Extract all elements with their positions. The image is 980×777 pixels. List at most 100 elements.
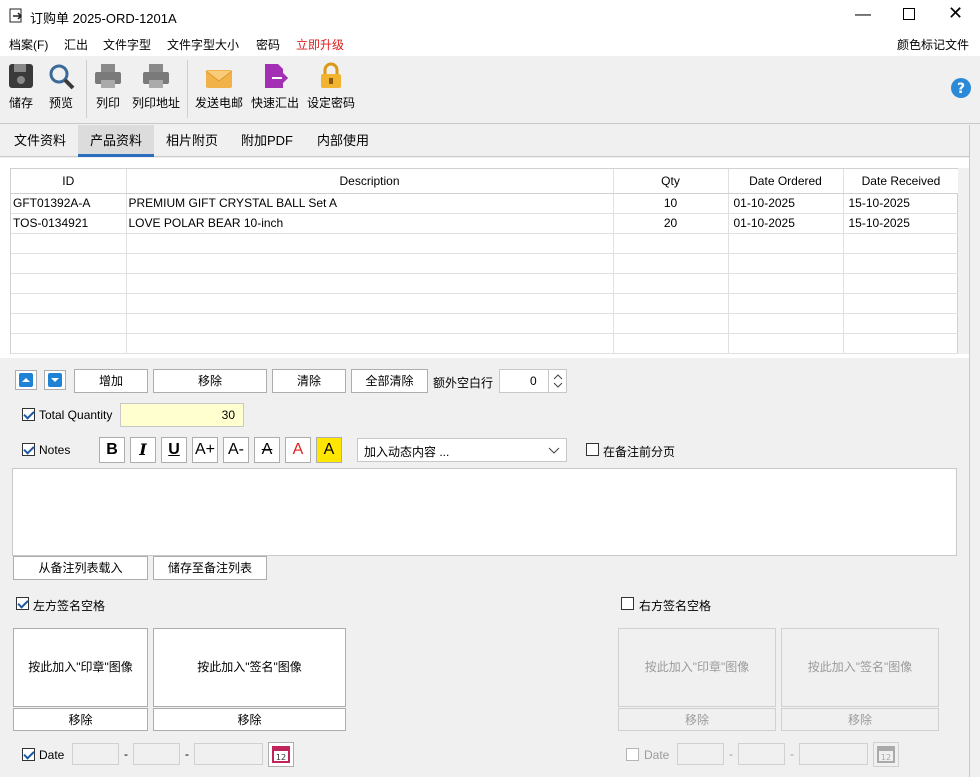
table-row[interactable]: TOS-0134921 LOVE POLAR BEAR 10-inch 20 0… (11, 213, 960, 234)
save-notes-button[interactable]: 储存至备注列表 (153, 556, 267, 580)
clear-all-button[interactable]: 全部清除 (351, 369, 428, 393)
empty-row[interactable] (11, 273, 960, 294)
menu-file[interactable]: 档案(F) (9, 36, 48, 53)
notes-textarea[interactable] (12, 468, 957, 556)
save-button[interactable]: 储存 (4, 56, 38, 124)
clear-row-button[interactable]: 清除 (272, 369, 346, 393)
left-date-checkbox[interactable] (22, 748, 35, 761)
page-break-checkbox[interactable] (586, 443, 599, 456)
right-calendar-button[interactable]: 12 (873, 742, 899, 767)
column-header-id[interactable]: ID (11, 169, 127, 194)
tab-product-info[interactable]: 产品资料 (78, 125, 155, 157)
set-password-button[interactable]: 设定密码 (305, 56, 357, 124)
cell-qty[interactable]: 20 (613, 213, 729, 234)
left-date-day-field[interactable] (72, 743, 119, 765)
right-date-month-field[interactable] (738, 743, 785, 765)
empty-row[interactable] (11, 253, 960, 274)
left-calendar-button[interactable]: 12 (268, 742, 294, 767)
menu-export[interactable]: 汇出 (64, 36, 88, 53)
tab-attach-pdf[interactable]: 附加PDF (229, 125, 305, 157)
help-icon[interactable]: ? (950, 77, 972, 99)
tab-bar: 文件资料 产品资料 相片附页 附加PDF 内部使用 (0, 125, 970, 157)
column-header-description[interactable]: Description (126, 169, 614, 194)
left-date-year-field[interactable] (194, 743, 263, 765)
move-down-button[interactable] (44, 370, 66, 390)
left-signature-checkbox[interactable] (16, 597, 29, 610)
right-signature-checkbox[interactable] (621, 597, 634, 610)
left-signature-remove-button[interactable]: 移除 (153, 708, 346, 731)
column-header-qty[interactable]: Qty (613, 169, 729, 194)
left-stamp-remove-button[interactable]: 移除 (13, 708, 148, 731)
extra-blank-rows-spinner[interactable]: 0 (499, 369, 567, 393)
print-button[interactable]: 列印 (92, 56, 124, 124)
send-email-button[interactable]: 发送电邮 (193, 56, 245, 124)
tab-internal-use[interactable]: 内部使用 (305, 125, 381, 157)
tab-document-info[interactable]: 文件资料 (2, 125, 78, 157)
strikethrough-button[interactable]: A (254, 437, 280, 463)
italic-button[interactable]: I (130, 437, 156, 463)
minimize-button[interactable]: — (855, 6, 871, 24)
cell-description[interactable]: PREMIUM GIFT CRYSTAL BALL Set A (126, 193, 614, 214)
right-signature-image-button[interactable]: 按此加入"签名"图像 (781, 628, 939, 707)
quick-export-button[interactable]: 快速汇出 (249, 56, 301, 124)
notes-checkbox[interactable] (22, 443, 35, 456)
menu-upgrade[interactable]: 立即升级 (296, 36, 344, 53)
left-signature-image-button[interactable]: 按此加入"签名"图像 (153, 628, 346, 707)
dynamic-content-dropdown[interactable]: 加入动态内容 ... (357, 438, 567, 462)
font-decrease-button[interactable]: A- (223, 437, 249, 463)
left-stamp-image-button[interactable]: 按此加入"印章"图像 (13, 628, 148, 707)
cell-id[interactable]: GFT01392A-A (11, 193, 127, 214)
cell-date-ordered[interactable]: 01-10-2025 (728, 213, 844, 234)
tab-photo-pages[interactable]: 相片附页 (154, 125, 230, 157)
font-color-button[interactable]: A (285, 437, 311, 463)
menu-password[interactable]: 密码 (256, 36, 280, 53)
bold-button[interactable]: B (99, 437, 125, 463)
empty-row[interactable] (11, 233, 960, 254)
arrow-up-icon (19, 373, 33, 387)
add-row-button[interactable]: 增加 (74, 369, 148, 393)
empty-row[interactable] (11, 333, 960, 354)
table-row[interactable]: GFT01392A-A PREMIUM GIFT CRYSTAL BALL Se… (11, 193, 960, 214)
left-date-month-field[interactable] (133, 743, 180, 765)
total-quantity-checkbox[interactable] (22, 408, 35, 421)
menu-font[interactable]: 文件字型 (103, 36, 151, 53)
menu-color-tag[interactable]: 颜色标记文件 (897, 36, 969, 53)
font-increase-button[interactable]: A+ (192, 437, 218, 463)
cell-id[interactable]: TOS-0134921 (11, 213, 127, 234)
preview-button[interactable]: 预览 (44, 56, 78, 124)
right-stamp-remove-button[interactable]: 移除 (618, 708, 776, 731)
right-date-year-field[interactable] (799, 743, 868, 765)
empty-row[interactable] (11, 313, 960, 334)
maximize-button[interactable] (903, 8, 915, 20)
cell-description[interactable]: LOVE POLAR BEAR 10-inch (126, 213, 614, 234)
print-address-label: 列印地址 (131, 96, 180, 110)
table-scrollbar[interactable] (958, 168, 969, 354)
menu-font-size[interactable]: 文件字型大小 (167, 36, 239, 53)
printer-icon (143, 64, 169, 88)
print-address-button[interactable]: 列印地址 (130, 56, 182, 124)
empty-row[interactable] (11, 293, 960, 314)
print-label: 列印 (95, 96, 120, 110)
cell-date-ordered[interactable]: 01-10-2025 (728, 193, 844, 214)
right-date-checkbox[interactable] (626, 748, 639, 761)
load-notes-button[interactable]: 从备注列表载入 (13, 556, 148, 580)
column-header-date-received[interactable]: Date Received (843, 169, 960, 194)
move-up-button[interactable] (15, 370, 37, 390)
right-stamp-image-button[interactable]: 按此加入"印章"图像 (618, 628, 776, 707)
remove-row-button[interactable]: 移除 (153, 369, 267, 393)
close-button[interactable]: ✕ (948, 3, 963, 24)
email-icon (205, 70, 233, 88)
spinner-arrows-icon[interactable] (548, 370, 566, 392)
column-header-date-ordered[interactable]: Date Ordered (728, 169, 844, 194)
underline-button[interactable]: U (161, 437, 187, 463)
cell-date-received[interactable]: 15-10-2025 (843, 193, 960, 214)
chevron-down-icon (548, 447, 560, 454)
cell-qty[interactable]: 10 (613, 193, 729, 214)
right-signature-remove-button[interactable]: 移除 (781, 708, 939, 731)
printer-icon (95, 64, 121, 88)
right-date-day-field[interactable] (677, 743, 724, 765)
cell-date-received[interactable]: 15-10-2025 (843, 213, 960, 234)
product-table[interactable]: ID Description Qty Date Ordered Date Rec… (10, 168, 960, 354)
highlight-button[interactable]: A (316, 437, 342, 463)
document-export-icon (9, 8, 23, 23)
